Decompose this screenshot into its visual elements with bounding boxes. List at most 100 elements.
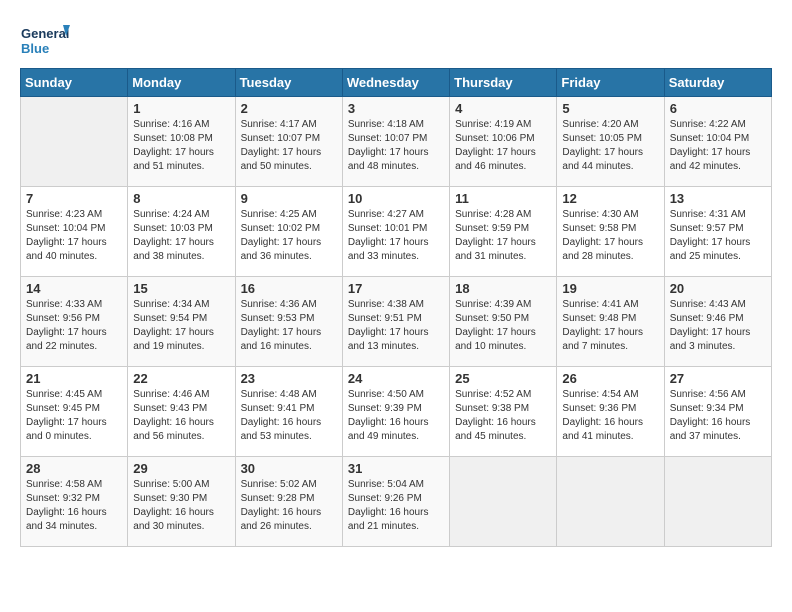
day-info: Sunrise: 4:24 AM Sunset: 10:03 PM Daylig… xyxy=(133,208,229,264)
day-info: Sunrise: 4:20 AM Sunset: 10:05 PM Daylig… xyxy=(562,118,658,174)
day-number: 14 xyxy=(26,281,122,296)
day-info: Sunrise: 5:04 AM Sunset: 9:26 PM Dayligh… xyxy=(348,478,444,534)
calendar-cell: 2Sunrise: 4:17 AM Sunset: 10:07 PM Dayli… xyxy=(235,97,342,187)
day-number: 7 xyxy=(26,191,122,206)
week-row-3: 14 Sunrise: 4:33 AM Sunset: 9:56 PM Dayli… xyxy=(21,277,772,367)
day-info: Sunrise: 4:23 AM Sunset: 10:04 PM Daylig… xyxy=(26,208,122,264)
day-number: 17 xyxy=(348,281,444,296)
week-row-2: 7 Sunrise: 4:23 AM Sunset: 10:04 PM Dayli… xyxy=(21,187,772,277)
day-info: Sunrise: 4:41 AM Sunset: 9:48 PM Dayligh… xyxy=(562,298,658,354)
day-info: Sunrise: 4:38 AM Sunset: 9:51 PM Dayligh… xyxy=(348,298,444,354)
calendar-cell: 6 Sunrise: 4:22 AM Sunset: 10:04 PM Dayli… xyxy=(664,97,771,187)
header-tuesday: Tuesday xyxy=(235,69,342,97)
day-number: 10 xyxy=(348,191,444,206)
day-number: 16 xyxy=(241,281,337,296)
day-info: Sunrise: 4:52 AM Sunset: 9:38 PM Dayligh… xyxy=(455,388,551,444)
calendar-table: SundayMondayTuesdayWednesdayThursdayFrid… xyxy=(20,68,772,547)
day-number: 9 xyxy=(241,191,337,206)
day-info: Sunrise: 4:56 AM Sunset: 9:34 PM Dayligh… xyxy=(670,388,766,444)
day-info: Sunrise: 5:00 AM Sunset: 9:30 PM Dayligh… xyxy=(133,478,229,534)
calendar-cell: 4Sunrise: 4:19 AM Sunset: 10:06 PM Dayli… xyxy=(450,97,557,187)
calendar-cell: 16 Sunrise: 4:36 AM Sunset: 9:53 PM Dayli… xyxy=(235,277,342,367)
week-row-1: 1 Sunrise: 4:16 AM Sunset: 10:08 PM Dayli… xyxy=(21,97,772,187)
calendar-cell: 27Sunrise: 4:56 AM Sunset: 9:34 PM Dayli… xyxy=(664,367,771,457)
day-number: 19 xyxy=(562,281,658,296)
svg-text:Blue: Blue xyxy=(21,41,49,56)
day-number: 23 xyxy=(241,371,337,386)
calendar-cell: 25Sunrise: 4:52 AM Sunset: 9:38 PM Dayli… xyxy=(450,367,557,457)
calendar-cell: 21 Sunrise: 4:45 AM Sunset: 9:45 PM Dayli… xyxy=(21,367,128,457)
day-number: 29 xyxy=(133,461,229,476)
calendar-cell: 19 Sunrise: 4:41 AM Sunset: 9:48 PM Dayli… xyxy=(557,277,664,367)
day-info: Sunrise: 4:45 AM Sunset: 9:45 PM Dayligh… xyxy=(26,388,122,444)
day-number: 28 xyxy=(26,461,122,476)
day-info: Sunrise: 4:17 AM Sunset: 10:07 PM Daylig… xyxy=(241,118,337,174)
header-friday: Friday xyxy=(557,69,664,97)
day-number: 8 xyxy=(133,191,229,206)
calendar-cell: 23 Sunrise: 4:48 AM Sunset: 9:41 PM Dayli… xyxy=(235,367,342,457)
day-number: 26 xyxy=(562,371,658,386)
day-info: Sunrise: 4:16 AM Sunset: 10:08 PM Daylig… xyxy=(133,118,229,174)
calendar-cell: 24 Sunrise: 4:50 AM Sunset: 9:39 PM Dayli… xyxy=(342,367,449,457)
day-info: Sunrise: 4:50 AM Sunset: 9:39 PM Dayligh… xyxy=(348,388,444,444)
day-number: 12 xyxy=(562,191,658,206)
calendar-cell: 14 Sunrise: 4:33 AM Sunset: 9:56 PM Dayli… xyxy=(21,277,128,367)
week-row-4: 21 Sunrise: 4:45 AM Sunset: 9:45 PM Dayli… xyxy=(21,367,772,457)
header-sunday: Sunday xyxy=(21,69,128,97)
calendar-cell: 30Sunrise: 5:02 AM Sunset: 9:28 PM Dayli… xyxy=(235,457,342,547)
calendar-cell: 7 Sunrise: 4:23 AM Sunset: 10:04 PM Dayli… xyxy=(21,187,128,277)
calendar-cell xyxy=(450,457,557,547)
day-number: 20 xyxy=(670,281,766,296)
day-number: 22 xyxy=(133,371,229,386)
day-info: Sunrise: 4:25 AM Sunset: 10:02 PM Daylig… xyxy=(241,208,337,264)
day-number: 24 xyxy=(348,371,444,386)
calendar-cell: 31 Sunrise: 5:04 AM Sunset: 9:26 PM Dayli… xyxy=(342,457,449,547)
day-number: 31 xyxy=(348,461,444,476)
day-info: Sunrise: 4:22 AM Sunset: 10:04 PM Daylig… xyxy=(670,118,766,174)
calendar-cell: 11 Sunrise: 4:28 AM Sunset: 9:59 PM Dayli… xyxy=(450,187,557,277)
day-number: 11 xyxy=(455,191,551,206)
calendar-cell: 17 Sunrise: 4:38 AM Sunset: 9:51 PM Dayli… xyxy=(342,277,449,367)
day-number: 1 xyxy=(133,101,229,116)
calendar-cell: 10 Sunrise: 4:27 AM Sunset: 10:01 PM Dayl… xyxy=(342,187,449,277)
day-number: 15 xyxy=(133,281,229,296)
calendar-cell: 3 Sunrise: 4:18 AM Sunset: 10:07 PM Dayli… xyxy=(342,97,449,187)
calendar-cell: 1 Sunrise: 4:16 AM Sunset: 10:08 PM Dayli… xyxy=(128,97,235,187)
day-info: Sunrise: 4:54 AM Sunset: 9:36 PM Dayligh… xyxy=(562,388,658,444)
calendar-cell: 12 Sunrise: 4:30 AM Sunset: 9:58 PM Dayli… xyxy=(557,187,664,277)
day-info: Sunrise: 4:36 AM Sunset: 9:53 PM Dayligh… xyxy=(241,298,337,354)
day-number: 3 xyxy=(348,101,444,116)
day-info: Sunrise: 4:46 AM Sunset: 9:43 PM Dayligh… xyxy=(133,388,229,444)
header-thursday: Thursday xyxy=(450,69,557,97)
day-info: Sunrise: 4:43 AM Sunset: 9:46 PM Dayligh… xyxy=(670,298,766,354)
logo-svg: General Blue xyxy=(20,20,70,60)
day-info: Sunrise: 4:18 AM Sunset: 10:07 PM Daylig… xyxy=(348,118,444,174)
calendar-cell: 28 Sunrise: 4:58 AM Sunset: 9:32 PM Dayli… xyxy=(21,457,128,547)
week-row-5: 28 Sunrise: 4:58 AM Sunset: 9:32 PM Dayli… xyxy=(21,457,772,547)
calendar-cell: 9 Sunrise: 4:25 AM Sunset: 10:02 PM Dayli… xyxy=(235,187,342,277)
day-info: Sunrise: 4:31 AM Sunset: 9:57 PM Dayligh… xyxy=(670,208,766,264)
day-info: Sunrise: 4:58 AM Sunset: 9:32 PM Dayligh… xyxy=(26,478,122,534)
day-number: 6 xyxy=(670,101,766,116)
day-info: Sunrise: 4:27 AM Sunset: 10:01 PM Daylig… xyxy=(348,208,444,264)
calendar-cell: 18Sunrise: 4:39 AM Sunset: 9:50 PM Dayli… xyxy=(450,277,557,367)
calendar-cell: 8 Sunrise: 4:24 AM Sunset: 10:03 PM Dayli… xyxy=(128,187,235,277)
calendar-cell xyxy=(21,97,128,187)
svg-text:General: General xyxy=(21,26,69,41)
day-info: Sunrise: 4:28 AM Sunset: 9:59 PM Dayligh… xyxy=(455,208,551,264)
calendar-cell: 26 Sunrise: 4:54 AM Sunset: 9:36 PM Dayli… xyxy=(557,367,664,457)
calendar-cell: 20 Sunrise: 4:43 AM Sunset: 9:46 PM Dayli… xyxy=(664,277,771,367)
day-number: 4 xyxy=(455,101,551,116)
calendar-body: 1 Sunrise: 4:16 AM Sunset: 10:08 PM Dayli… xyxy=(21,97,772,547)
calendar-cell xyxy=(664,457,771,547)
calendar-cell: 15Sunrise: 4:34 AM Sunset: 9:54 PM Dayli… xyxy=(128,277,235,367)
day-number: 13 xyxy=(670,191,766,206)
logo: General Blue xyxy=(20,20,70,60)
day-number: 18 xyxy=(455,281,551,296)
day-info: Sunrise: 4:48 AM Sunset: 9:41 PM Dayligh… xyxy=(241,388,337,444)
header-wednesday: Wednesday xyxy=(342,69,449,97)
header-saturday: Saturday xyxy=(664,69,771,97)
day-info: Sunrise: 4:30 AM Sunset: 9:58 PM Dayligh… xyxy=(562,208,658,264)
day-number: 21 xyxy=(26,371,122,386)
day-info: Sunrise: 4:33 AM Sunset: 9:56 PM Dayligh… xyxy=(26,298,122,354)
